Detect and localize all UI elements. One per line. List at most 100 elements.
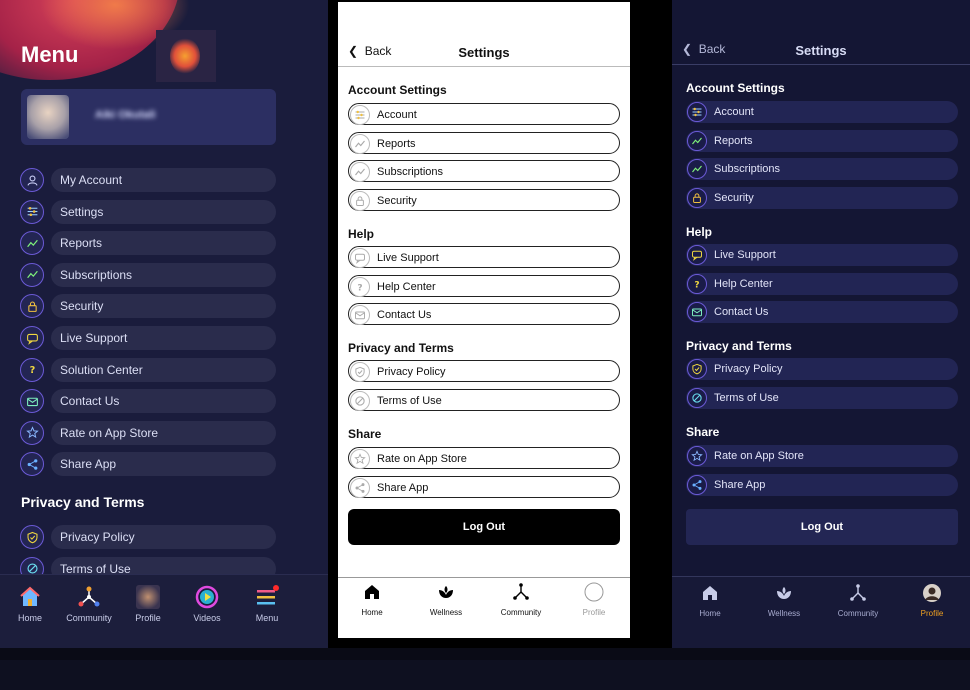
sliders-icon: [20, 199, 44, 224]
question-icon: ?: [20, 357, 44, 382]
nav-label: Community: [837, 609, 879, 618]
settings-item-reports[interactable]: Reports: [686, 129, 958, 152]
nav-profile[interactable]: Profile: [564, 582, 624, 617]
user-name: Aiki Okutali: [95, 109, 156, 121]
settings-item-security[interactable]: Security: [348, 189, 620, 212]
community-icon: [77, 585, 101, 609]
lock-icon: [350, 191, 370, 212]
settings-item-subscriptions[interactable]: Subscriptions: [686, 158, 958, 181]
menu-item-label: Share App: [51, 452, 276, 477]
settings-item-share-app[interactable]: Share App: [686, 473, 958, 496]
group-heading-help: Help: [686, 225, 713, 239]
settings-item-live-support[interactable]: Live Support: [686, 244, 958, 266]
svg-text:?: ?: [357, 283, 362, 293]
settings-item-label: Contact Us: [714, 306, 769, 319]
blurred-thumbnail: [156, 30, 216, 82]
settings-item-account[interactable]: Account: [348, 103, 620, 125]
profile-avatar-icon: [922, 583, 942, 603]
settings-item-label: Privacy Policy: [714, 363, 783, 375]
nav-label: Profile: [135, 613, 161, 623]
settings-item-help-center[interactable]: ? Help Center: [686, 272, 958, 295]
nav-wellness[interactable]: Wellness: [416, 582, 476, 617]
nav-menu[interactable]: Menu: [237, 585, 297, 623]
nav-label: Profile: [920, 609, 944, 618]
nav-home[interactable]: Home: [342, 582, 402, 617]
trend-icon: [20, 262, 44, 287]
settings-item-help-center[interactable]: ? Help Center: [348, 274, 620, 297]
nav-community[interactable]: Community: [491, 582, 551, 617]
nav-profile[interactable]: Profile: [118, 585, 178, 623]
question-icon: ?: [687, 273, 707, 294]
settings-item-label: Live Support: [714, 249, 776, 261]
settings-item-contact-us[interactable]: Contact Us: [348, 303, 620, 326]
settings-screen-dark: ❮ Back Settings Account Settings Account…: [672, 0, 970, 648]
user-card[interactable]: Aiki Okutali: [21, 89, 276, 145]
settings-item-label: Account: [377, 109, 417, 121]
nav-wellness[interactable]: Wellness: [754, 583, 814, 618]
nav-community[interactable]: Community: [828, 583, 888, 618]
privacy-heading: Privacy and Terms: [21, 494, 145, 510]
menu-title: Menu: [21, 42, 79, 67]
settings-item-contact-us[interactable]: Contact Us: [686, 301, 958, 324]
group-heading-privacy-and-terms: Privacy and Terms: [686, 339, 792, 353]
nav-home[interactable]: Home: [0, 585, 60, 623]
settings-item-label: Reports: [377, 137, 416, 150]
share-icon: [350, 477, 370, 498]
chat-icon: [687, 245, 707, 265]
settings-item-terms-of-use[interactable]: Terms of Use: [348, 388, 620, 411]
settings-item-rate-on-app-store[interactable]: Rate on App Store: [348, 447, 620, 469]
settings-item-live-support[interactable]: Live Support: [348, 246, 620, 268]
settings-item-privacy-policy[interactable]: Privacy Policy: [348, 360, 620, 382]
settings-item-subscriptions[interactable]: Subscriptions: [348, 160, 620, 183]
page-title: Settings: [458, 45, 510, 60]
nav-videos[interactable]: Videos: [177, 585, 237, 623]
settings-item-reports[interactable]: Reports: [348, 131, 620, 154]
settings-item-account[interactable]: Account: [686, 101, 958, 123]
hamburger-icon: [255, 585, 279, 609]
settings-item-label: Help Center: [377, 280, 436, 293]
group-heading-account-settings: Account Settings: [686, 81, 785, 95]
settings-item-label: Live Support: [377, 252, 439, 264]
menu-item-label: Security: [51, 294, 276, 319]
header: ❮ Back Settings: [672, 35, 970, 65]
settings-item-label: Subscriptions: [377, 166, 444, 179]
lock-icon: [20, 294, 44, 319]
menu-item-label: Contact Us: [51, 389, 276, 414]
settings-item-rate-on-app-store[interactable]: Rate on App Store: [686, 445, 958, 467]
star-icon: [350, 449, 370, 469]
bottom-nav: Home Wellness Community Profile: [672, 576, 970, 648]
settings-item-label: Contact Us: [377, 309, 432, 322]
nav-label: Menu: [255, 613, 279, 623]
menu-item-label: Settings: [51, 199, 276, 224]
settings-item-security[interactable]: Security: [686, 187, 958, 210]
svg-text:?: ?: [694, 280, 699, 290]
menu-item-label: Solution Center: [51, 357, 276, 382]
trend-icon: [687, 159, 707, 180]
menu-item-label: Reports: [51, 231, 276, 256]
block-icon: [687, 387, 707, 408]
bottom-strip: [0, 660, 970, 690]
trend-icon: [687, 130, 707, 151]
nav-home[interactable]: Home: [680, 583, 740, 618]
nav-profile[interactable]: Profile: [902, 583, 962, 618]
header: ❮ Back Settings: [338, 37, 630, 67]
settings-item-label: Terms of Use: [714, 391, 779, 404]
sliders-icon: [350, 105, 370, 125]
logout-button[interactable]: Log Out: [686, 509, 958, 545]
play-icon: [195, 585, 219, 609]
nav-community[interactable]: Community: [59, 585, 119, 623]
settings-item-share-app[interactable]: Share App: [348, 475, 620, 498]
settings-item-label: Reports: [714, 134, 753, 147]
trend-icon: [20, 231, 44, 256]
page-title: Settings: [795, 43, 847, 58]
shield-icon: [687, 359, 707, 379]
star-icon: [687, 446, 707, 466]
chat-icon: [350, 248, 370, 268]
settings-item-privacy-policy[interactable]: Privacy Policy: [686, 358, 958, 380]
menu-item-label: My Account: [51, 168, 276, 192]
star-icon: [20, 420, 44, 445]
settings-item-terms-of-use[interactable]: Terms of Use: [686, 386, 958, 409]
nav-label: Community: [66, 613, 112, 623]
group-heading-account-settings: Account Settings: [348, 83, 447, 97]
logout-button[interactable]: Log Out: [348, 509, 620, 545]
